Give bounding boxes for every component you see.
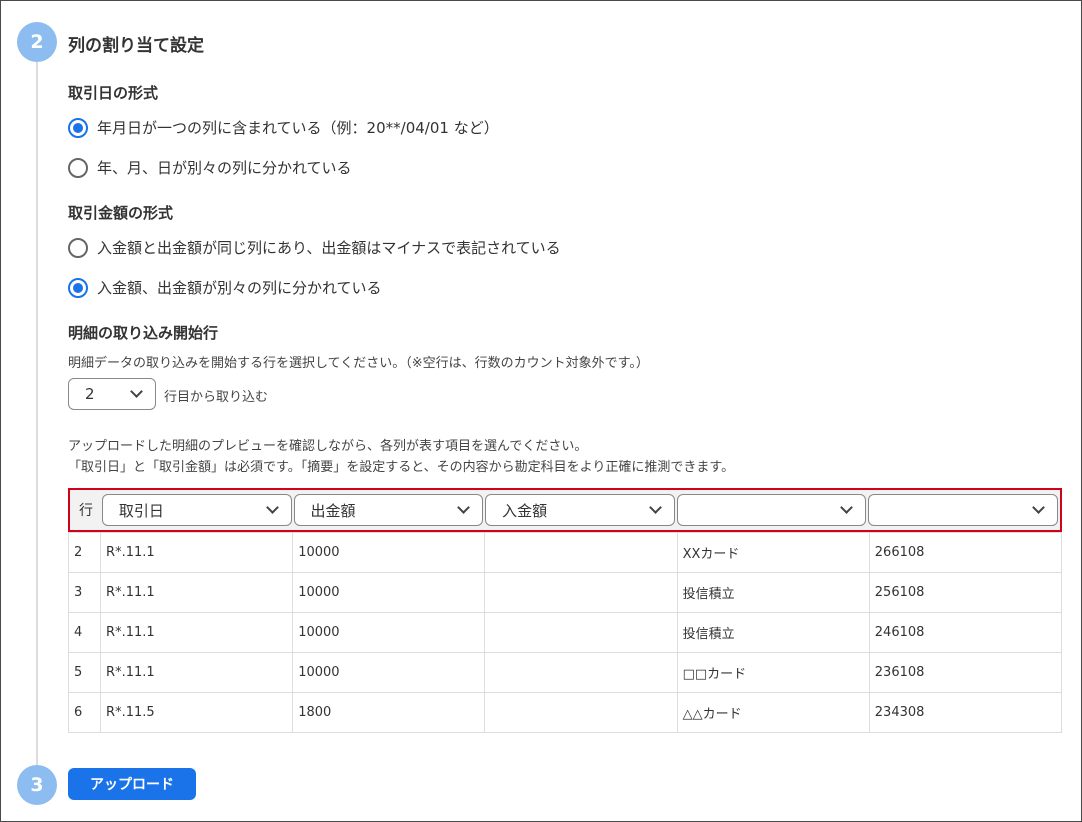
section-title: 列の割り当て設定 (68, 36, 204, 56)
table-cell (484, 572, 678, 613)
table-row: 6 R*.11.5 1800 △△カード 234308 (67, 692, 1063, 733)
table-cell: 234308 (868, 692, 1063, 733)
table-cell: △△カード (676, 692, 870, 733)
table-cell: R*.11.5 (100, 692, 294, 733)
step-2-indicator: 2 (17, 22, 57, 62)
column-select-1[interactable]: 取引日 (101, 494, 292, 526)
radio-checked-icon[interactable] (68, 277, 88, 298)
chevron-down-icon (1032, 501, 1045, 514)
table-cell (484, 692, 678, 733)
radio-unchecked-icon[interactable] (68, 157, 88, 178)
preview-table: 2 R*.11.1 10000 XXカード 266108 3 R*.11.1 1… (67, 532, 1063, 733)
table-cell: 投信積立 (676, 612, 870, 653)
start-row-label: 明細の取り込み開始行 (68, 324, 219, 342)
table-row: 5 R*.11.1 10000 □□カード 236108 (67, 652, 1063, 693)
table-cell (484, 612, 678, 653)
start-row-select-value: 2 (85, 385, 95, 403)
date-format-label: 取引日の形式 (68, 84, 159, 102)
upload-button[interactable]: アップロード (68, 768, 196, 800)
column-select-2[interactable]: 出金額 (293, 494, 484, 526)
table-cell: 投信積立 (676, 572, 870, 613)
preview-help-line-1: アップロードした明細のプレビューを確認しながら、各列が表す項目を選んでください。 (68, 439, 588, 454)
table-cell: R*.11.1 (100, 612, 294, 653)
amount-format-option-separate-label: 入金額、出金額が別々の列に分かれている (97, 279, 382, 297)
row-number: 2 (67, 532, 102, 573)
start-row-suffix: 行目から取り込む (164, 390, 269, 405)
step-3-indicator: 3 (17, 765, 57, 805)
table-cell: 266108 (868, 532, 1063, 573)
column-select-5[interactable] (868, 494, 1058, 526)
chevron-down-icon (265, 501, 279, 514)
chevron-down-icon (648, 501, 662, 514)
date-format-option-separate-label: 年、月、日が別々の列に分かれている (97, 159, 352, 177)
row-number: 6 (67, 692, 102, 733)
row-number-header: 行 (78, 503, 93, 519)
table-row: 2 R*.11.1 10000 XXカード 266108 (67, 532, 1063, 573)
preview-help-line-2: 「取引日」と「取引金額」は必須です。「摘要」を設定すると、その内容から勘定科目を… (68, 460, 735, 475)
radio-checked-icon[interactable] (68, 117, 88, 138)
chevron-down-icon (457, 501, 471, 514)
table-row: 4 R*.11.1 10000 投信積立 246108 (67, 612, 1063, 653)
table-cell: 246108 (868, 612, 1063, 653)
table-cell: R*.11.1 (100, 532, 294, 573)
row-number: 4 (67, 612, 102, 653)
table-cell: 236108 (868, 652, 1063, 693)
table-cell: 10000 (292, 652, 486, 693)
amount-format-option-same-column-label: 入金額と出金額が同じ列にあり、出金額はマイナスで表記されている (97, 239, 561, 257)
table-row: 3 R*.11.1 10000 投信積立 256108 (67, 572, 1063, 613)
table-cell: R*.11.1 (100, 652, 294, 693)
table-cell: 1800 (292, 692, 486, 733)
radio-unchecked-icon[interactable] (68, 237, 88, 258)
column-select-3-value: 入金額 (502, 501, 548, 520)
column-select-2-value: 出金額 (310, 501, 356, 520)
table-cell (484, 652, 678, 693)
date-format-option-separate[interactable]: 年、月、日が別々の列に分かれている (68, 157, 352, 178)
column-select-1-value: 取引日 (118, 501, 164, 520)
table-cell: XXカード (676, 532, 870, 573)
chevron-down-icon (130, 385, 143, 398)
table-cell: □□カード (676, 652, 870, 693)
table-cell: 10000 (292, 532, 486, 573)
date-format-option-single[interactable]: 年月日が一つの列に含まれている（例：20**/04/01 など） (68, 117, 499, 138)
table-cell: 256108 (868, 572, 1063, 613)
column-mapping-header: 行 取引日 出金額 入金額 (68, 488, 1062, 532)
column-select-3[interactable]: 入金額 (485, 494, 675, 526)
column-select-4[interactable] (676, 494, 867, 526)
table-cell: 10000 (292, 572, 486, 613)
amount-format-option-same-column[interactable]: 入金額と出金額が同じ列にあり、出金額はマイナスで表記されている (68, 237, 561, 258)
row-number: 3 (67, 572, 102, 613)
table-cell: 10000 (292, 612, 486, 653)
table-cell: R*.11.1 (100, 572, 294, 613)
start-row-help: 明細データの取り込みを開始する行を選択してください。（※空行は、行数のカウント対… (68, 356, 649, 371)
date-format-option-single-label: 年月日が一つの列に含まれている（例：20**/04/01 など） (97, 119, 499, 137)
amount-format-label: 取引金額の形式 (68, 204, 174, 222)
row-number: 5 (67, 652, 102, 693)
table-cell (484, 532, 678, 573)
chevron-down-icon (840, 501, 854, 514)
step-connector-line (36, 62, 38, 768)
start-row-select[interactable]: 2 (68, 378, 156, 410)
amount-format-option-separate[interactable]: 入金額、出金額が別々の列に分かれている (68, 277, 382, 298)
